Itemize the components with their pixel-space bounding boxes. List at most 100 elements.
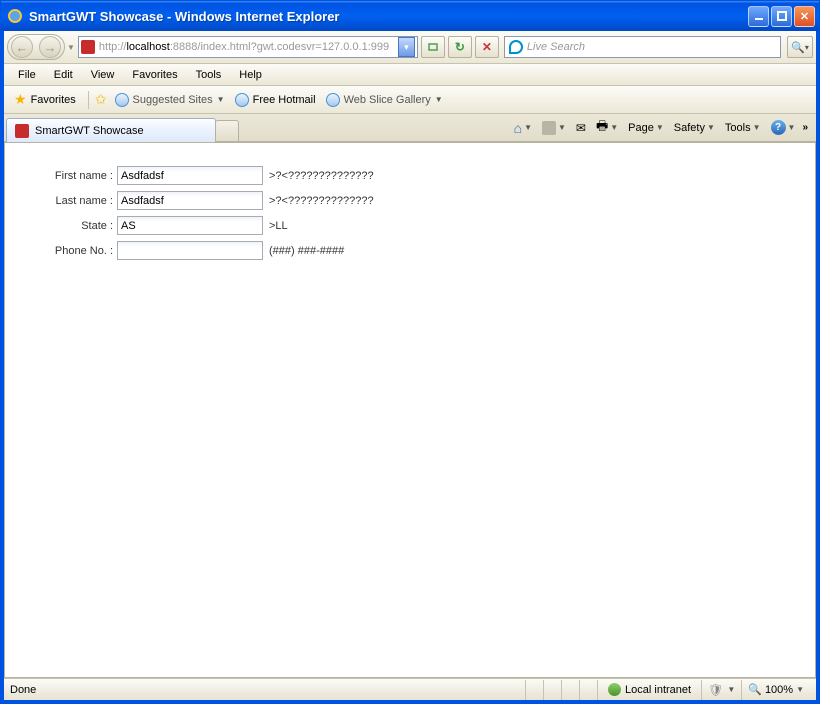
protected-mode[interactable]: 🛡 ▼ [701,680,741,700]
zoom-level: 100% [765,684,793,696]
status-panes [525,680,597,700]
url-text[interactable]: http://localhost:8888/index.html?gwt.cod… [99,41,398,53]
new-tab-button[interactable] [215,120,239,141]
browser-chrome: ← → ▼ http://localhost:8888/index.html?g… [1,31,819,700]
compat-view-button[interactable] [421,36,445,58]
status-text: Done [10,684,525,696]
lastname-input[interactable] [117,191,263,210]
window-border [1,700,819,703]
overflow-chevron[interactable]: » [802,122,808,133]
state-label: State : [39,220,117,232]
chevron-down-icon: ▼ [217,95,225,104]
url-scheme: http:// [99,41,127,53]
tab-favicon [15,124,29,138]
menu-bar: File Edit View Favorites Tools Help [4,64,816,86]
form-row-phone: Phone No. : (###) ###-#### [39,238,781,263]
status-pane [525,680,543,700]
favorites-button[interactable]: ★ Favorites [8,89,82,110]
shield-icon: 🛡 [708,683,723,697]
ie-window: SmartGWT Showcase - Windows Internet Exp… [0,0,820,704]
zoom-control[interactable]: 🔍 100% ▼ [741,680,810,700]
forward-button[interactable]: → [39,36,61,58]
firstname-input[interactable] [117,166,263,185]
help-icon: ? [771,120,786,135]
safety-menu[interactable]: Safety ▼ [671,120,718,136]
window-title: SmartGWT Showcase - Windows Internet Exp… [29,9,748,24]
zoom-icon: 🔍 [748,683,762,696]
url-path: :8888/index.html?gwt.codesvr=127.0.0.1:9… [170,41,389,53]
status-pane [561,680,579,700]
nav-arrows: ← → [7,34,65,60]
menu-view[interactable]: View [83,67,123,83]
tools-label: Tools [725,122,751,134]
print-button[interactable]: 🖶▼ [593,115,621,141]
address-bar[interactable]: http://localhost:8888/index.html?gwt.cod… [78,36,418,58]
ie-icon [235,93,249,107]
star-icon: ★ [14,91,27,108]
form-row-state: State : >LL [39,213,781,238]
chevron-down-icon: ▼ [435,95,443,104]
lastname-hint: >?<?????????????? [263,195,374,207]
search-go-button[interactable]: 🔍▾ [787,36,813,58]
phone-hint: (###) ###-#### [263,245,344,257]
home-icon: ⌂ [514,120,522,136]
safety-label: Safety [674,122,705,134]
page-menu[interactable]: Page ▼ [625,120,667,136]
hotmail-label: Free Hotmail [253,94,316,106]
site-icon [81,40,95,54]
zone-label: Local intranet [625,684,691,696]
titlebar: SmartGWT Showcase - Windows Internet Exp… [1,1,819,31]
tools-menu[interactable]: Tools ▼ [722,120,764,136]
menu-edit[interactable]: Edit [46,67,81,83]
security-zone[interactable]: Local intranet [597,680,701,700]
read-mail-button[interactable]: ✉ [573,119,589,137]
state-hint: >LL [263,220,288,232]
minimize-button[interactable] [748,6,769,27]
state-input[interactable] [117,216,263,235]
search-bar[interactable]: Live Search [504,36,781,58]
lastname-label: Last name : [39,195,117,207]
tab-title: SmartGWT Showcase [35,125,144,137]
refresh-button[interactable]: ↻ [448,36,472,58]
page-label: Page [628,122,654,134]
feeds-button[interactable]: ▼ [539,119,569,137]
phone-label: Phone No. : [39,245,117,257]
tab-bar: SmartGWT Showcase ⌂▼ ▼ ✉ 🖶▼ Page ▼ Safet… [4,114,816,142]
menu-tools[interactable]: Tools [188,67,230,83]
window-controls: ✕ [748,6,815,27]
nav-toolbar: ← → ▼ http://localhost:8888/index.html?g… [4,31,816,64]
free-hotmail-link[interactable]: Free Hotmail [233,91,318,109]
bing-icon [509,40,523,54]
favorites-label: Favorites [31,94,76,106]
favorites-bar: ★ Favorites ✩ Suggested Sites ▼ Free Hot… [4,86,816,114]
page-content: First name : >?<?????????????? Last name… [4,142,816,678]
form-row-lastname: Last name : >?<?????????????? [39,188,781,213]
maximize-button[interactable] [771,6,792,27]
globe-icon [608,683,621,696]
nav-history-dropdown[interactable]: ▼ [67,43,75,52]
suggested-sites-link[interactable]: Suggested Sites ▼ [113,91,227,109]
back-button[interactable]: ← [11,36,33,58]
home-button[interactable]: ⌂▼ [511,118,535,138]
url-host: localhost [126,41,169,53]
close-button[interactable]: ✕ [794,6,815,27]
add-favorite-icon[interactable]: ✩ [95,91,107,108]
status-bar: Done Local intranet 🛡 ▼ 🔍 100% ▼ [4,678,816,700]
ie-logo-icon [7,8,23,24]
help-button[interactable]: ?▼ [768,118,799,137]
tab-active[interactable]: SmartGWT Showcase [6,118,216,142]
chevron-down-icon: ▼ [727,685,735,694]
web-slice-link[interactable]: Web Slice Gallery ▼ [324,91,445,109]
ie-icon [326,93,340,107]
suggested-label: Suggested Sites [133,94,213,106]
menu-help[interactable]: Help [231,67,270,83]
mail-icon: ✉ [576,121,586,135]
phone-input[interactable] [117,241,263,260]
rss-icon [542,121,556,135]
menu-favorites[interactable]: Favorites [124,67,185,83]
form-row-firstname: First name : >?<?????????????? [39,163,781,188]
url-dropdown[interactable]: ▾ [398,37,415,57]
menu-file[interactable]: File [10,67,44,83]
firstname-label: First name : [39,170,117,182]
stop-button[interactable]: ✕ [475,36,499,58]
